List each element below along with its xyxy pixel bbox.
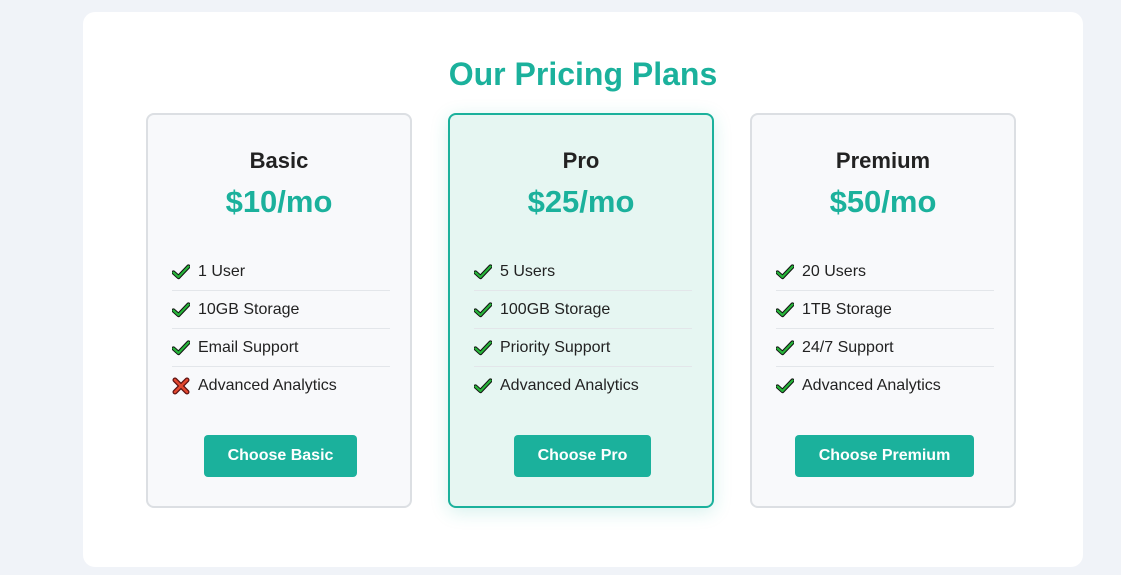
choose-basic-button[interactable]: Choose Basic [204, 435, 357, 477]
check-icon [172, 263, 190, 279]
check-icon [474, 263, 492, 279]
feature-label: 5 Users [500, 262, 556, 280]
feature-item: Priority Support [474, 329, 692, 367]
feature-label: 1 User [198, 262, 246, 280]
check-icon [474, 378, 492, 394]
feature-item: 5 Users [474, 253, 692, 291]
check-icon [172, 339, 190, 355]
check-icon [474, 339, 492, 355]
feature-label: Email Support [198, 338, 299, 356]
choose-pro-button[interactable]: Choose Pro [514, 435, 651, 477]
feature-item: Advanced Analytics [474, 367, 692, 405]
feature-label: 20 Users [802, 262, 867, 280]
feature-list: 20 Users 1TB Storage 24/7 Support Advanc… [776, 253, 994, 405]
feature-label: Advanced Analytics [198, 377, 337, 394]
feature-item: 1 User [172, 253, 390, 291]
feature-item: Email Support [172, 329, 390, 367]
choose-premium-button[interactable]: Choose Premium [795, 435, 974, 477]
plan-name: Pro [562, 148, 600, 173]
feature-label: 10GB Storage [198, 300, 300, 318]
plan-name: Premium [835, 148, 931, 173]
feature-label: Advanced Analytics [802, 377, 941, 394]
check-icon [776, 339, 794, 355]
feature-label: 24/7 Support [802, 338, 894, 356]
feature-label: Priority Support [500, 338, 611, 356]
feature-list: 5 Users 100GB Storage Priority Support A… [474, 253, 692, 405]
page-title: Our Pricing Plans [448, 56, 718, 92]
feature-item: Advanced Analytics [172, 367, 390, 405]
pricing-panel: Our Pricing Plans Basic $10/mo 1 User 10… [83, 12, 1083, 567]
check-icon [776, 263, 794, 279]
check-icon [172, 301, 190, 317]
feature-label: 100GB Storage [500, 300, 611, 318]
check-icon [776, 378, 794, 394]
feature-item: 10GB Storage [172, 291, 390, 329]
plan-price: $25/mo [527, 184, 635, 219]
feature-item: 20 Users [776, 253, 994, 291]
feature-item: Advanced Analytics [776, 367, 994, 405]
check-icon [776, 301, 794, 317]
plan-price: $50/mo [829, 184, 937, 219]
feature-label: Advanced Analytics [500, 377, 639, 394]
plan-name: Basic [249, 148, 309, 173]
plan-card-basic: Basic $10/mo 1 User 10GB Storage Email S… [146, 113, 412, 508]
check-icon [474, 301, 492, 317]
feature-label: 1TB Storage [802, 300, 892, 318]
feature-item: 1TB Storage [776, 291, 994, 329]
feature-list: 1 User 10GB Storage Email Support Advanc… [172, 253, 390, 405]
cross-icon [172, 377, 190, 395]
plan-card-premium: Premium $50/mo 20 Users 1TB Storage 24/7… [750, 113, 1016, 508]
plan-price: $10/mo [225, 184, 333, 219]
feature-item: 24/7 Support [776, 329, 994, 367]
plan-card-pro: Pro $25/mo 5 Users 100GB Storage Priorit… [448, 113, 714, 508]
feature-item: 100GB Storage [474, 291, 692, 329]
